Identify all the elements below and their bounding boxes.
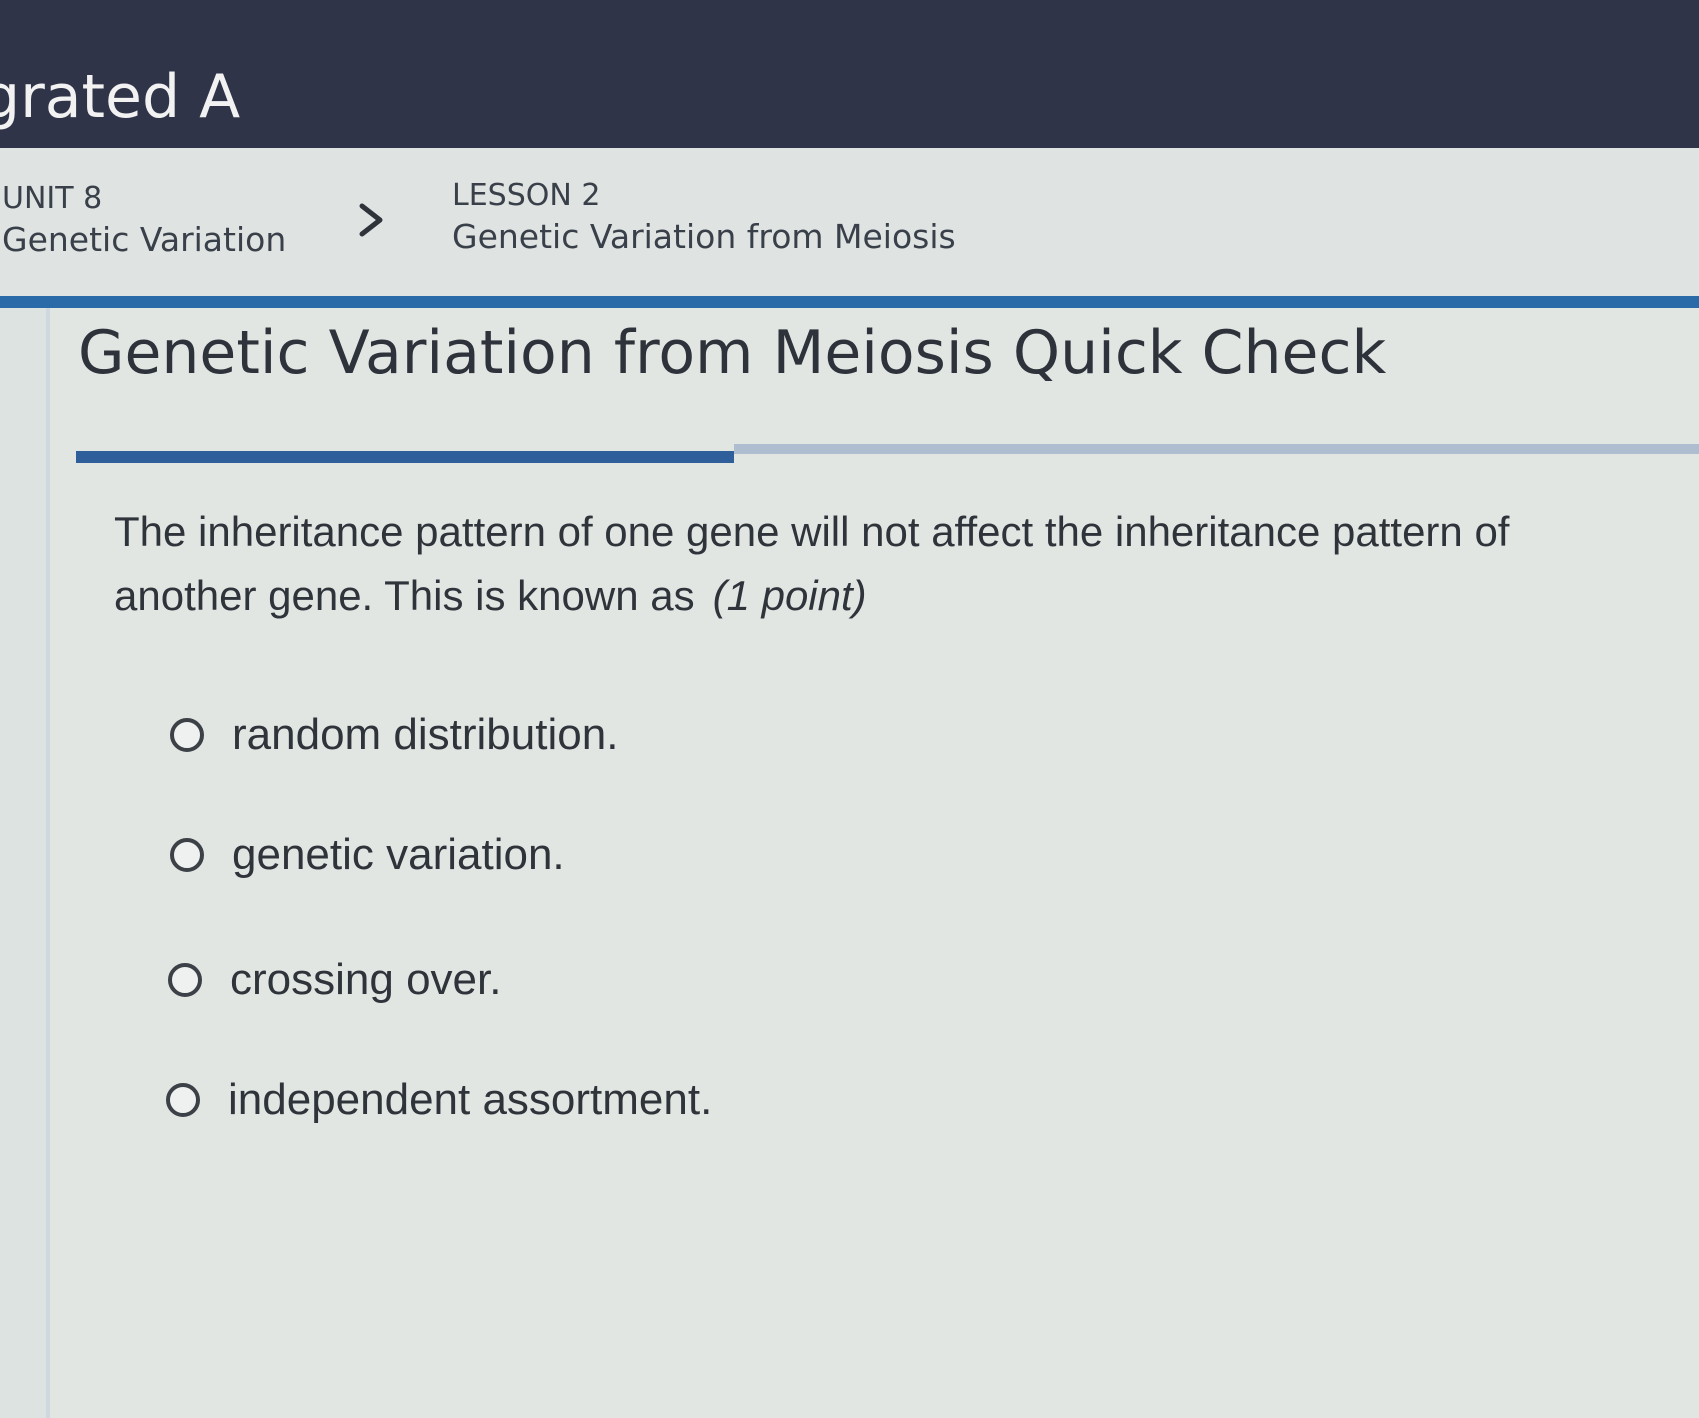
radio-button[interactable] [170, 718, 204, 752]
page-title: Genetic Variation from Meiosis Quick Che… [78, 318, 1387, 388]
header-divider [0, 296, 1699, 308]
breadcrumb-lesson-link[interactable]: LESSON 2 Genetic Variation from Meiosis [452, 179, 956, 261]
chevron-right-icon [359, 203, 383, 237]
question-points: (1 point) [712, 572, 867, 619]
title-progress-bar [76, 451, 734, 463]
title-divider [734, 444, 1699, 454]
lesson-number: LESSON 2 [452, 178, 601, 213]
unit-name: Genetic Variation [2, 220, 287, 259]
answer-option-crossing-over[interactable]: crossing over. [168, 950, 501, 1010]
answer-option-genetic-variation[interactable]: genetic variation. [170, 825, 565, 885]
top-header-bar [0, 0, 1699, 148]
lesson-name: Genetic Variation from Meiosis [452, 217, 956, 256]
answer-option-label: independent assortment. [228, 1075, 713, 1124]
radio-button[interactable] [166, 1083, 200, 1117]
unit-number: UNIT 8 [2, 181, 103, 216]
course-title: grated A [0, 62, 241, 132]
question-text: The inheritance pattern of one gene will… [114, 500, 1614, 628]
answer-option-independent-assortment[interactable]: independent assortment. [166, 1070, 712, 1130]
radio-button[interactable] [170, 838, 204, 872]
answer-option-label: genetic variation. [232, 830, 565, 879]
answer-option-label: crossing over. [230, 955, 502, 1004]
breadcrumb-unit-link[interactable]: UNIT 8 Genetic Variation [2, 182, 286, 264]
radio-button[interactable] [168, 963, 202, 997]
answer-option-label: random distribution. [232, 710, 619, 759]
answer-option-random-distribution[interactable]: random distribution. [170, 705, 618, 765]
